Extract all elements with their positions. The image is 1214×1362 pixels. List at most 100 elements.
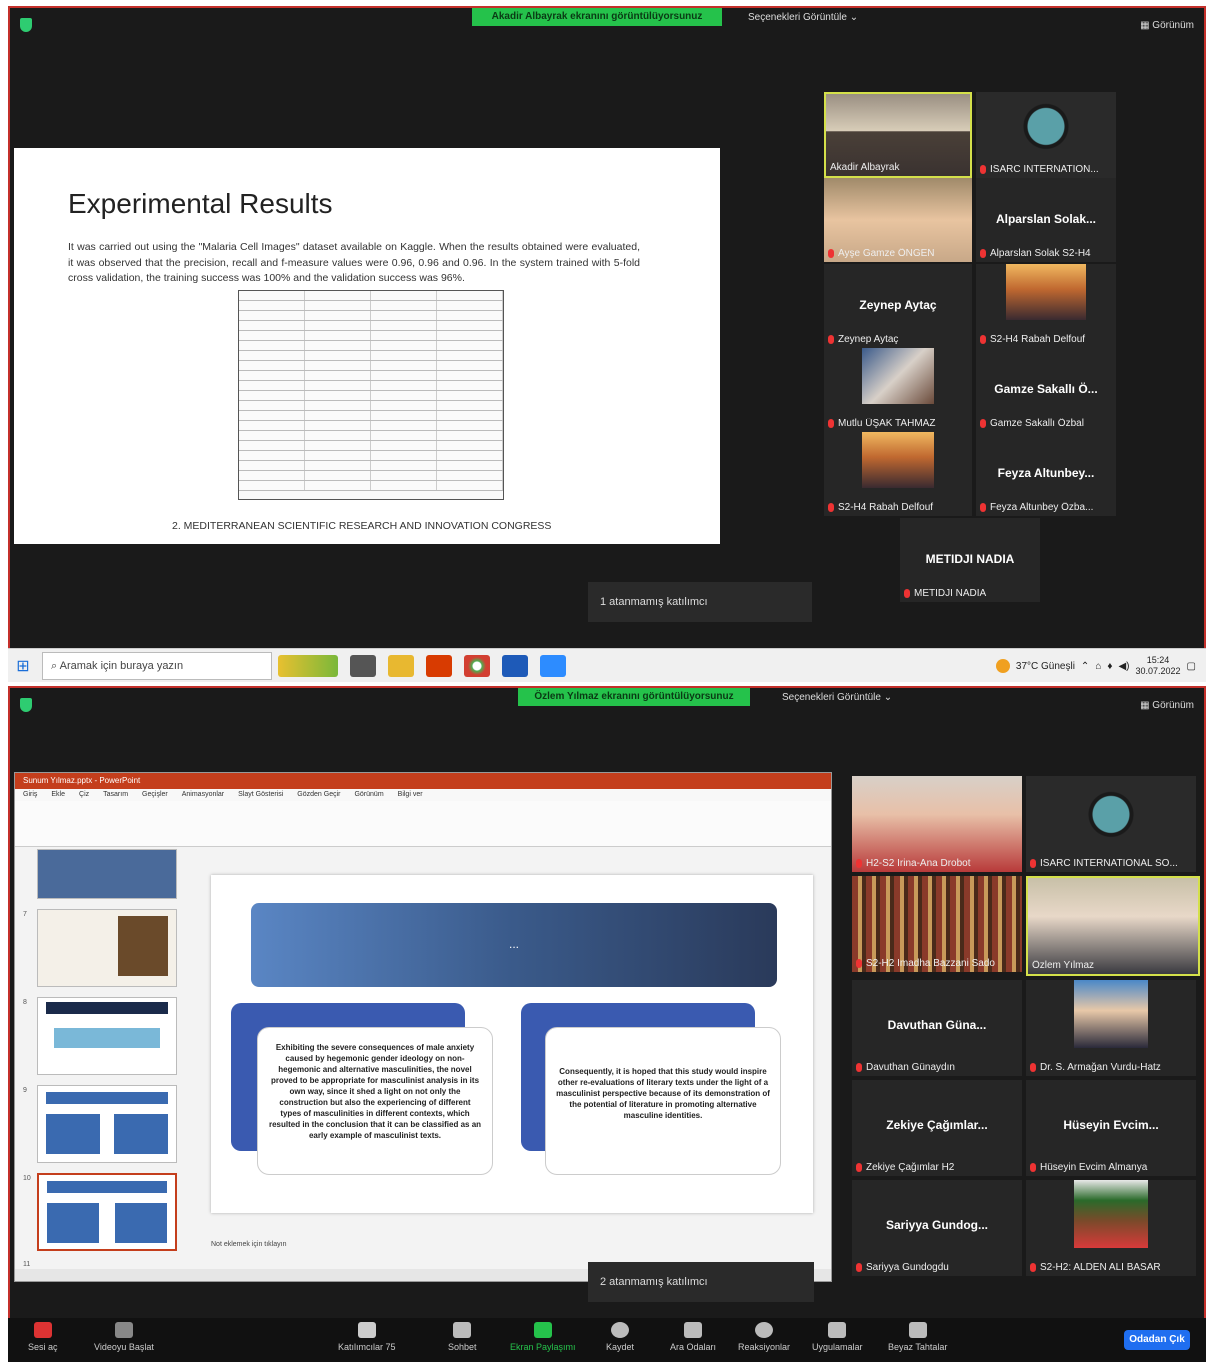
share-banner[interactable]: Özlem Yılmaz ekranını görüntülüyorsunuz	[518, 688, 750, 706]
slide-thumbnail-selected[interactable]	[37, 1173, 177, 1251]
participant-tile[interactable]: S2-H4 Rabah Delfouf	[976, 264, 1116, 348]
breakout-rooms-button[interactable]: Ara Odaları	[670, 1322, 716, 1352]
participant-label: Davuthan Günaydın	[856, 1062, 1020, 1073]
whiteboard-icon	[908, 1322, 927, 1338]
participant-label: Gamze Sakallı Özbal	[980, 418, 1114, 429]
menu-item[interactable]: Tasarım	[103, 789, 128, 801]
powerpoint-title-bar[interactable]: Sunum Yılmaz.pptx - PowerPoint	[15, 773, 831, 789]
security-shield-icon[interactable]	[20, 698, 32, 712]
tray-chevron-icon[interactable]: ⌃	[1081, 661, 1089, 672]
unmute-button[interactable]: Sesi aç	[28, 1322, 58, 1352]
participant-tile[interactable]: Özlem Yılmaz	[1026, 876, 1200, 976]
participant-tile[interactable]: Sariyya Gundog... Sariyya Gundogdu	[852, 1180, 1022, 1276]
unassigned-participants-tooltip[interactable]: 1 atanmamış katılımcı	[588, 582, 812, 622]
powerpoint-ribbon[interactable]	[15, 801, 831, 847]
muted-mic-icon	[1030, 858, 1036, 868]
participant-tile[interactable]: Gamze Sakallı Ö... Gamze Sakallı Özbal	[976, 348, 1116, 432]
meeting-controls: Sesi aç Videoyu Başlat Katılımcılar 75 S…	[8, 1318, 1206, 1362]
participant-tile[interactable]: Dr. S. Armağan Vurdu-Hatz	[1026, 980, 1196, 1076]
avatar-image	[862, 432, 934, 488]
participant-tile[interactable]: Zeynep Aytaç Zeynep Aytaç	[824, 264, 972, 348]
notes-pane[interactable]: Not eklemek için tıklayın	[211, 1241, 286, 1248]
muted-mic-icon	[980, 502, 986, 512]
participant-tile[interactable]: Ayşe Gamze ÖNGEN	[824, 178, 972, 262]
reactions-button[interactable]: Reaksiyonlar	[738, 1322, 790, 1352]
participant-tile[interactable]: ISARC INTERNATION...	[976, 92, 1116, 178]
participant-tile[interactable]: ISARC INTERNATIONAL SO...	[1026, 776, 1196, 872]
view-options-dropdown[interactable]: Seçenekleri Görüntüle ⌄	[748, 12, 858, 23]
participant-tile[interactable]: Akadir Albayrak	[824, 92, 972, 178]
muted-mic-icon	[856, 958, 862, 968]
notification-icon[interactable]: ▢	[1187, 661, 1196, 672]
apps-button[interactable]: Uygulamalar	[812, 1322, 863, 1352]
menu-item[interactable]: Ekle	[51, 789, 65, 801]
word-icon[interactable]	[502, 654, 528, 677]
view-options-dropdown[interactable]: Seçenekleri Görüntüle ⌄	[782, 692, 892, 703]
participants-count: 75	[385, 1342, 396, 1352]
menu-item[interactable]: Slayt Gösterisi	[238, 789, 283, 801]
mic-icon[interactable]: ♦	[1107, 661, 1112, 672]
weather-text[interactable]: 37°C Güneşli	[1016, 661, 1075, 672]
participant-tile[interactable]: Zekiye Çağımlar... Zekiye Çağımlar H2	[852, 1080, 1022, 1176]
chrome-icon[interactable]	[464, 654, 490, 677]
current-slide[interactable]: ... Exhibiting the severe consequences o…	[211, 875, 813, 1213]
muted-mic-icon	[1030, 1162, 1036, 1172]
reactions-icon	[755, 1322, 774, 1338]
menu-item[interactable]: Gözden Geçir	[297, 789, 340, 801]
participant-tile[interactable]: Alparslan Solak... Alparslan Solak S2-H4	[976, 178, 1116, 262]
muted-mic-icon	[856, 858, 862, 868]
zoom-icon[interactable]	[540, 654, 566, 677]
taskbar-search-input[interactable]: ⌕ Aramak için buraya yazın	[42, 651, 272, 680]
windows-start-icon[interactable]: ⊞	[8, 656, 38, 676]
powerpoint-window: Sunum Yılmaz.pptx - PowerPoint Giriş Ekl…	[14, 772, 832, 1282]
view-button[interactable]: ▦ Görünüm	[1140, 20, 1194, 31]
office-icon[interactable]	[426, 654, 452, 677]
view-button[interactable]: ▦ Görünüm	[1140, 700, 1194, 711]
share-banner[interactable]: Akadir Albayrak ekranını görüntülüyorsun…	[472, 8, 722, 26]
unassigned-participants-tooltip[interactable]: 2 atanmamış katılımcı	[588, 1262, 814, 1302]
menu-item[interactable]: Giriş	[23, 789, 37, 801]
participant-tile[interactable]: S2-H4 Rabah Delfouf	[824, 432, 972, 516]
slide-thumbnail[interactable]	[37, 849, 177, 899]
participant-tile[interactable]: Feyza Altunbey... Feyza Altunbey Özba...	[976, 432, 1116, 516]
shared-slide: Experimental Results It was carried out …	[14, 148, 720, 544]
participant-tile[interactable]: METIDJI NADIA METIDJI NADIA	[900, 518, 1040, 602]
chat-button[interactable]: Sohbet	[448, 1322, 477, 1352]
slide-thumbnail[interactable]	[37, 1085, 177, 1163]
volume-icon[interactable]: ◀)	[1118, 661, 1129, 672]
system-tray: 37°C Güneşli ⌃ ⌂ ♦ ◀) 15:24 30.07.2022 ▢	[995, 649, 1196, 683]
task-view-icon[interactable]	[350, 654, 376, 677]
participant-tile[interactable]: H2-S2 Irina-Ana Drobot	[852, 776, 1022, 872]
menu-item[interactable]: Geçişler	[142, 789, 168, 801]
menu-item[interactable]: Görünüm	[354, 789, 383, 801]
whiteboard-button[interactable]: Beyaz Tahtalar	[888, 1322, 947, 1352]
share-screen-button[interactable]: Ekran Paylaşımı	[510, 1322, 576, 1352]
security-shield-icon[interactable]	[20, 18, 32, 32]
participants-button[interactable]: Katılımcılar 75	[338, 1322, 396, 1352]
participant-tile[interactable]: Hüseyin Evcim... Hüseyin Evcim Almanya	[1026, 1080, 1196, 1176]
participant-tile[interactable]: Davuthan Güna... Davuthan Günaydın	[852, 980, 1022, 1076]
participant-label: METIDJI NADIA	[904, 588, 1038, 599]
video-off-icon	[114, 1322, 133, 1338]
start-video-button[interactable]: Videoyu Başlat	[94, 1322, 154, 1352]
menu-item[interactable]: Animasyonlar	[182, 789, 224, 801]
participant-label: S2-H2: ALDEN ALI BASAR	[1030, 1262, 1194, 1273]
menu-item[interactable]: Bilgi ver	[398, 789, 423, 801]
participant-tile[interactable]: S2-H2 Imadha Bazzani Sado	[852, 876, 1022, 972]
leave-button[interactable]: Odadan Çık	[1124, 1330, 1190, 1350]
thumb-number: 10	[23, 1175, 31, 1182]
participant-tile[interactable]: Mutlu ÜŞAK TAHMAZ	[824, 348, 972, 432]
clock[interactable]: 15:24 30.07.2022	[1136, 655, 1181, 677]
muted-mic-icon	[856, 1062, 862, 1072]
participant-tile[interactable]: S2-H2: ALDEN ALI BASAR	[1026, 1180, 1196, 1276]
network-icon[interactable]: ⌂	[1095, 661, 1101, 672]
widgets-icon[interactable]	[278, 654, 338, 677]
menu-item[interactable]: Çiz	[79, 789, 89, 801]
file-explorer-icon[interactable]	[388, 654, 414, 677]
weather-sun-icon[interactable]	[995, 659, 1010, 673]
slide-thumbnail[interactable]	[37, 909, 177, 987]
participant-name: Hüseyin Evcim...	[1063, 1118, 1159, 1133]
slide-thumbnail[interactable]	[37, 997, 177, 1075]
participant-label: Mutlu ÜŞAK TAHMAZ	[828, 418, 970, 429]
record-button[interactable]: Kaydet	[606, 1322, 634, 1352]
